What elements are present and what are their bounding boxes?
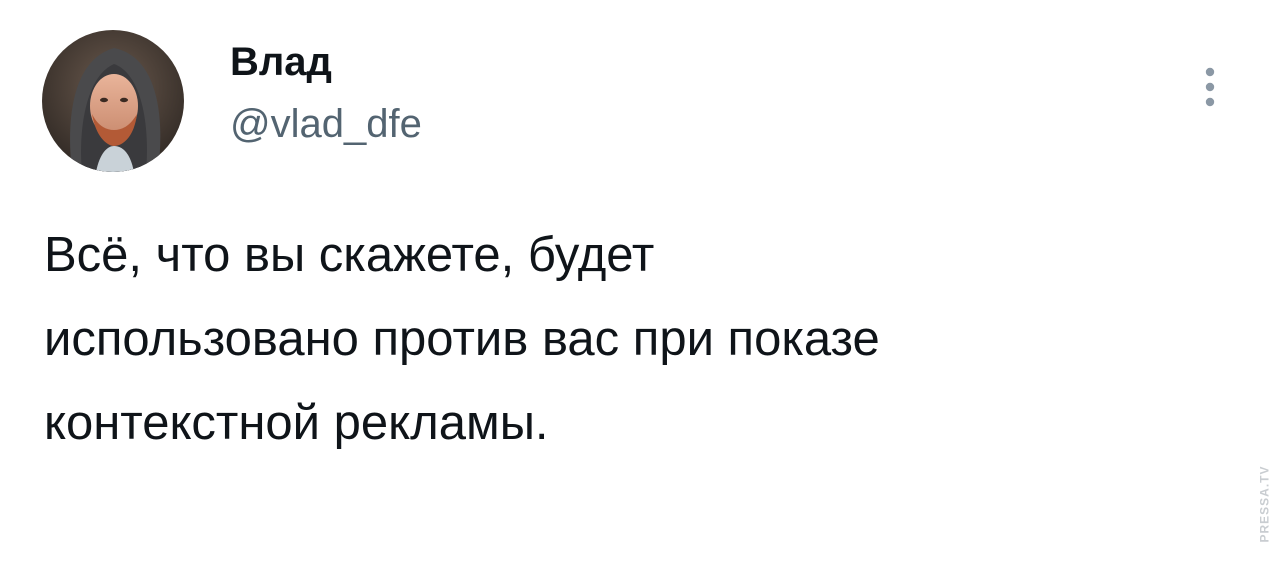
more-vertical-icon bbox=[1205, 67, 1215, 107]
author-handle[interactable]: @vlad_dfe bbox=[230, 102, 422, 146]
author-display-name[interactable]: Влад bbox=[230, 40, 332, 84]
avatar-photo bbox=[42, 30, 184, 172]
watermark-text: PRESSA.TV bbox=[1257, 465, 1272, 543]
tweet-text: Всё, что вы скажете, будет использовано … bbox=[44, 228, 880, 450]
watermark: PRESSA.TV bbox=[1250, 456, 1278, 552]
avatar[interactable] bbox=[42, 30, 184, 172]
more-options-button[interactable] bbox=[1196, 62, 1224, 112]
